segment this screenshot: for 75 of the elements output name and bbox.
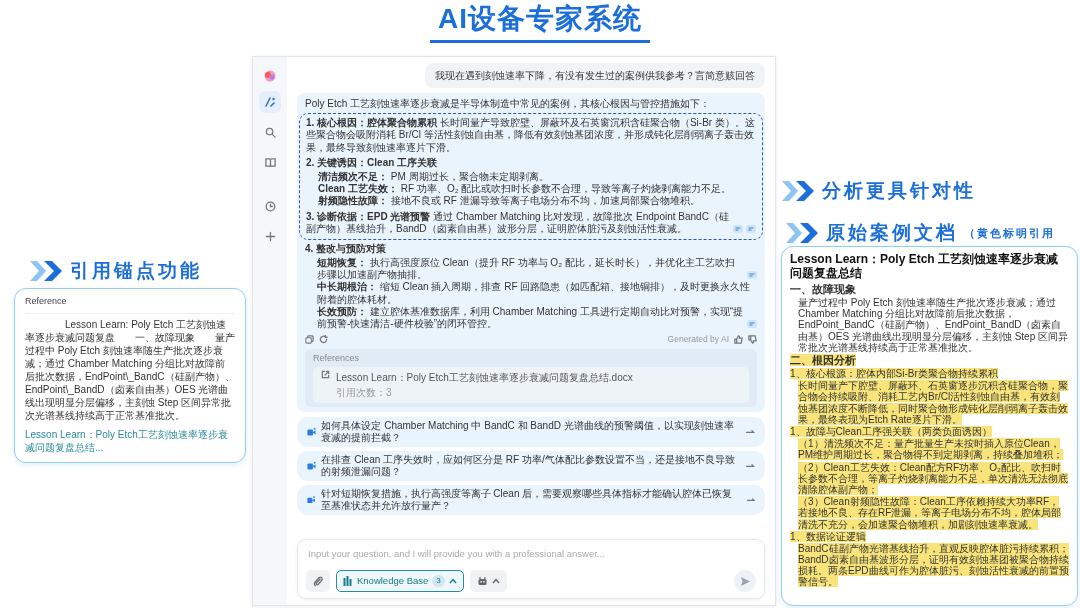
clock-icon xyxy=(264,200,276,212)
reference-name: Lesson Learn：Poly Etch工艺刻蚀速率逐步衰减问题复盘总结.docx xyxy=(336,371,633,386)
references-title: References xyxy=(313,351,361,365)
answer-list-item: 短期恢复： 执行高强度原位 Clean（提升 RF 功率与 O₂ 配比，延长时长），并优化主工艺吹扫步骤以加速副产物抽排。 xyxy=(317,257,736,281)
reference-count: 引用次数：3 xyxy=(336,386,393,401)
callout-heading: 原始案例文档 xyxy=(826,222,958,245)
generated-label: Generated by AI xyxy=(667,333,729,346)
double-chevron-icon xyxy=(786,223,820,244)
user-message: 我现在遇到刻蚀速率下降，有没有发生过的案例供我参考？言简意赅回答 xyxy=(425,63,765,88)
input-panel[interactable]: Input your question, and I will provide you with a professional answer... Knowledge Base 3 xyxy=(297,539,765,599)
plus-icon xyxy=(264,230,276,242)
double-chevron-icon xyxy=(782,181,816,202)
video-sparkle-icon xyxy=(307,461,317,472)
answer-list-item: 清洁频次不足： PM 周期过长，聚合物未定期剥离。 xyxy=(318,170,549,183)
double-chevron-icon xyxy=(30,261,64,282)
thumbs-up-icon[interactable] xyxy=(734,335,743,345)
callout-heading: 分析更具针对性 xyxy=(822,180,976,203)
question-input[interactable]: Input your question, and I will provide you with a professional answer... xyxy=(306,546,756,563)
thumbs-down-icon[interactable] xyxy=(748,335,757,345)
logo-icon xyxy=(263,69,277,83)
answer-paragraph: 1. 核心根因：腔体聚合物累积 长时间量产导致腔壁、屏蔽环及石英窗沉积含硅聚合物（Si-Br 类）。这些聚合物会吸附消耗 Br/Cl 等活性刻蚀自由基，降低有效刻蚀基团浓度，并形成钝化层削弱离子轰击效果，最终导致刻蚀速率逐片下滑。 xyxy=(306,117,756,154)
popup-link[interactable]: Lesson Learn：Poly Etch工艺刻蚀速率逐步衰减问题复盘总结... xyxy=(25,427,235,454)
send-icon xyxy=(739,575,751,587)
external-link-icon xyxy=(321,370,330,380)
books-icon xyxy=(343,576,353,586)
copy-icon[interactable] xyxy=(305,335,314,345)
document-heading: 二、根因分析 xyxy=(790,353,857,368)
pen-icon xyxy=(264,96,276,108)
document-paragraph: （1）清洗频次不足：量产批量生产未按时插入原位Clean，PM维护周期过长，聚合物得不到定期剥离，持续叠加堆积； xyxy=(797,438,1064,461)
document-paragraph: 量产过程中 Poly Etch 刻蚀速率随生产批次逐步衰减；通过 Chamber Matching 分组比对故障前后批次数据，EndPoint_BandC（硅副产物）、EndPoint_BandD（卤素自由基）OES 光谱曲线出现明显分层偏移，主刻蚀 Step 区间异常批次光谱基线持续高于正常基准批次。 xyxy=(797,296,1069,353)
answer-heading: 4. 整改与预防对策 xyxy=(305,242,388,256)
answer-list-item: 射频隐性故障： 接地不良或 RF 泄漏导致等离子电场分布不均，加速局部聚合物堆积。 xyxy=(318,195,700,208)
document-list-item: 1、数据论证逻辑 xyxy=(790,530,867,542)
knowledge-base-label: Knowledge Base xyxy=(357,573,429,588)
paperclip-icon xyxy=(313,575,323,587)
document-paragraph: 长时间量产下腔壁、屏蔽环、石英窗逐步沉积含硅聚合物，聚合物会持续吸附、消耗工艺内Br/Cl活性刻蚀自由基，有效刻蚀基团浓度不断降低，同时聚合物形成钝化层削弱离子轰击效果，最终表现为Etch Rate逐片下滑。 xyxy=(797,380,1069,426)
caret-up-icon xyxy=(491,578,500,584)
reference-item[interactable]: Lesson Learn：Poly Etch工艺刻蚀速率逐步衰减问题复盘总结.docx 引用次数：3 xyxy=(313,367,749,404)
document-heading: 一、故障现象 xyxy=(790,282,857,296)
document-list-item: 1、故障与Clean工序强关联（两类负面诱因） xyxy=(790,426,993,438)
callout-note: （黄色标明引用 xyxy=(964,226,1055,242)
refresh-icon[interactable] xyxy=(319,335,328,345)
popup-text: Lesson Learn: Poly Etch 工艺刻蚀速率逐步衰减问题复盘 一、故障现象 量产过程中 Poly Etch 刻蚀速率随生产批次逐步衰减；通过 Chamber Matching 分组比对故障前后批次数据，EndPoint\_BandC（硅副产物）、EndPoint\_BandD（卤素自由基）OES 光谱曲线出现明显分层偏移，主刻蚀 Step 区间异常批次光谱基线持续高于正常基准批次。 xyxy=(25,317,235,422)
model-button[interactable] xyxy=(469,570,507,592)
video-sparkle-icon xyxy=(307,495,316,506)
slide-title: AI设备专家系统 xyxy=(430,2,650,43)
answer-paragraph: 3. 诊断依据：EPD 光谱预警 通过 Chamber Matching 比对发现，故障批次 Endpoint BandC（硅副产物）基线抬升，BandD（卤素自由基）波形分层，证明腔体脏污及刻蚀活性衰减。 xyxy=(306,210,730,235)
suggestion-chip[interactable]: 如何具体设定 Chamber Matching 中 BandC 和 BandD 光谱曲线的预警阈值，以实现刻蚀速率衰减的提前拦截？ xyxy=(297,417,765,448)
document-paragraph: （2）Clean工艺失效：Clean配方RF功率、O₂配比、吹扫时长参数不合理，等离子灼烧剥离能力不足，单次清洗无法彻底清除腔体副产物； xyxy=(797,461,1069,496)
search-icon xyxy=(264,126,276,138)
send-button[interactable] xyxy=(734,570,756,592)
robot-icon xyxy=(476,576,488,586)
suggestion-text: 在排查 Clean 工序失效时，应如何区分是 RF 功率/气体配比参数设置不当，还是接地不良导致的射频泄漏问题？ xyxy=(321,454,736,479)
document-list-item: 1、核心根源：腔体内部Si-Br类聚合物持续累积 xyxy=(790,368,999,380)
answer-list-item: 中长期根治： 缩短 Clean 插入周期，排查 RF 回路隐患（如匹配箱、接地铜排），及时更换永久性附着的腔体耗材。 xyxy=(317,281,752,306)
popup-title: Reference xyxy=(25,295,235,314)
video-sparkle-icon xyxy=(307,427,317,438)
knowledge-base-count: 3 xyxy=(432,575,445,587)
suggestion-chip[interactable]: 针对短期恢复措施，执行高强度等离子 Clean 后，需要观察哪些具体指标才能确认腔体已恢复至基准状态并允许放行量产？ xyxy=(297,485,765,516)
document-title: Lesson Learn：Poly Etch 工艺刻蚀速率逐步衰减问题复盘总结 xyxy=(790,252,1060,281)
callout-heading: 引用锚点功能 xyxy=(70,260,202,283)
document-paragraph: BandC硅副产物光谱基线抬升，直观反映腔体脏污持续累积；BandD卤素自由基波形分层，证明有效刻蚀基团被聚合物持续损耗。两条EPD曲线可作为腔体脏污、刻蚀活性衰减的前置预警信号。 xyxy=(797,542,1069,588)
book-icon xyxy=(264,156,276,168)
caret-up-icon xyxy=(448,578,457,584)
sidebar-button[interactable] xyxy=(259,91,281,113)
suggestion-text: 如何具体设定 Chamber Matching 中 BandC 和 BandD 光谱曲线的预警阈值，以实现刻蚀速率衰减的提前拦截？ xyxy=(321,420,735,445)
answer-list-item: 长效预防： 建立腔体基准数据库，利用 Chamber Matching 工具进行定期自动比对预警，实现“提前预警-快速清洁-硬件校验”的闭环管控。 xyxy=(317,305,744,331)
suggestion-text: 针对短期恢复措施，执行高强度等离子 Clean 后，需要观察哪些具体指标才能确认腔体已恢复至基准状态并允许放行量产？ xyxy=(320,488,734,513)
answer-heading: 2. 关键诱因：Clean 工序关联 xyxy=(306,156,439,169)
suggestion-chip[interactable]: 在排查 Clean 工序失效时，应如何区分是 RF 功率/气体配比参数设置不当，还是接地不良导致的射频泄漏问题？ xyxy=(297,451,765,482)
attach-button[interactable] xyxy=(306,570,330,592)
knowledge-base-button[interactable]: Knowledge Base 3 xyxy=(336,570,464,592)
answer-intro: Poly Etch 工艺刻蚀速率逐步衰减是半导体制造中常见的案例，其核心根因与管控措施如下： xyxy=(305,98,712,111)
answer-list-item: Clean 工艺失效： RF 功率、O₂ 配比或吹扫时长参数不合理，导致等离子灼烧剥离能力不足。 xyxy=(318,183,732,195)
document-paragraph: （3）Clean射频隐性故障：Clean工序依赖持续大功率RF，若接地不良、存在RF泄漏，等离子电场分布不均，腔体局部清洗不充分，会加速聚合物堆积，加剧刻蚀速率衰减。 xyxy=(797,496,1063,530)
